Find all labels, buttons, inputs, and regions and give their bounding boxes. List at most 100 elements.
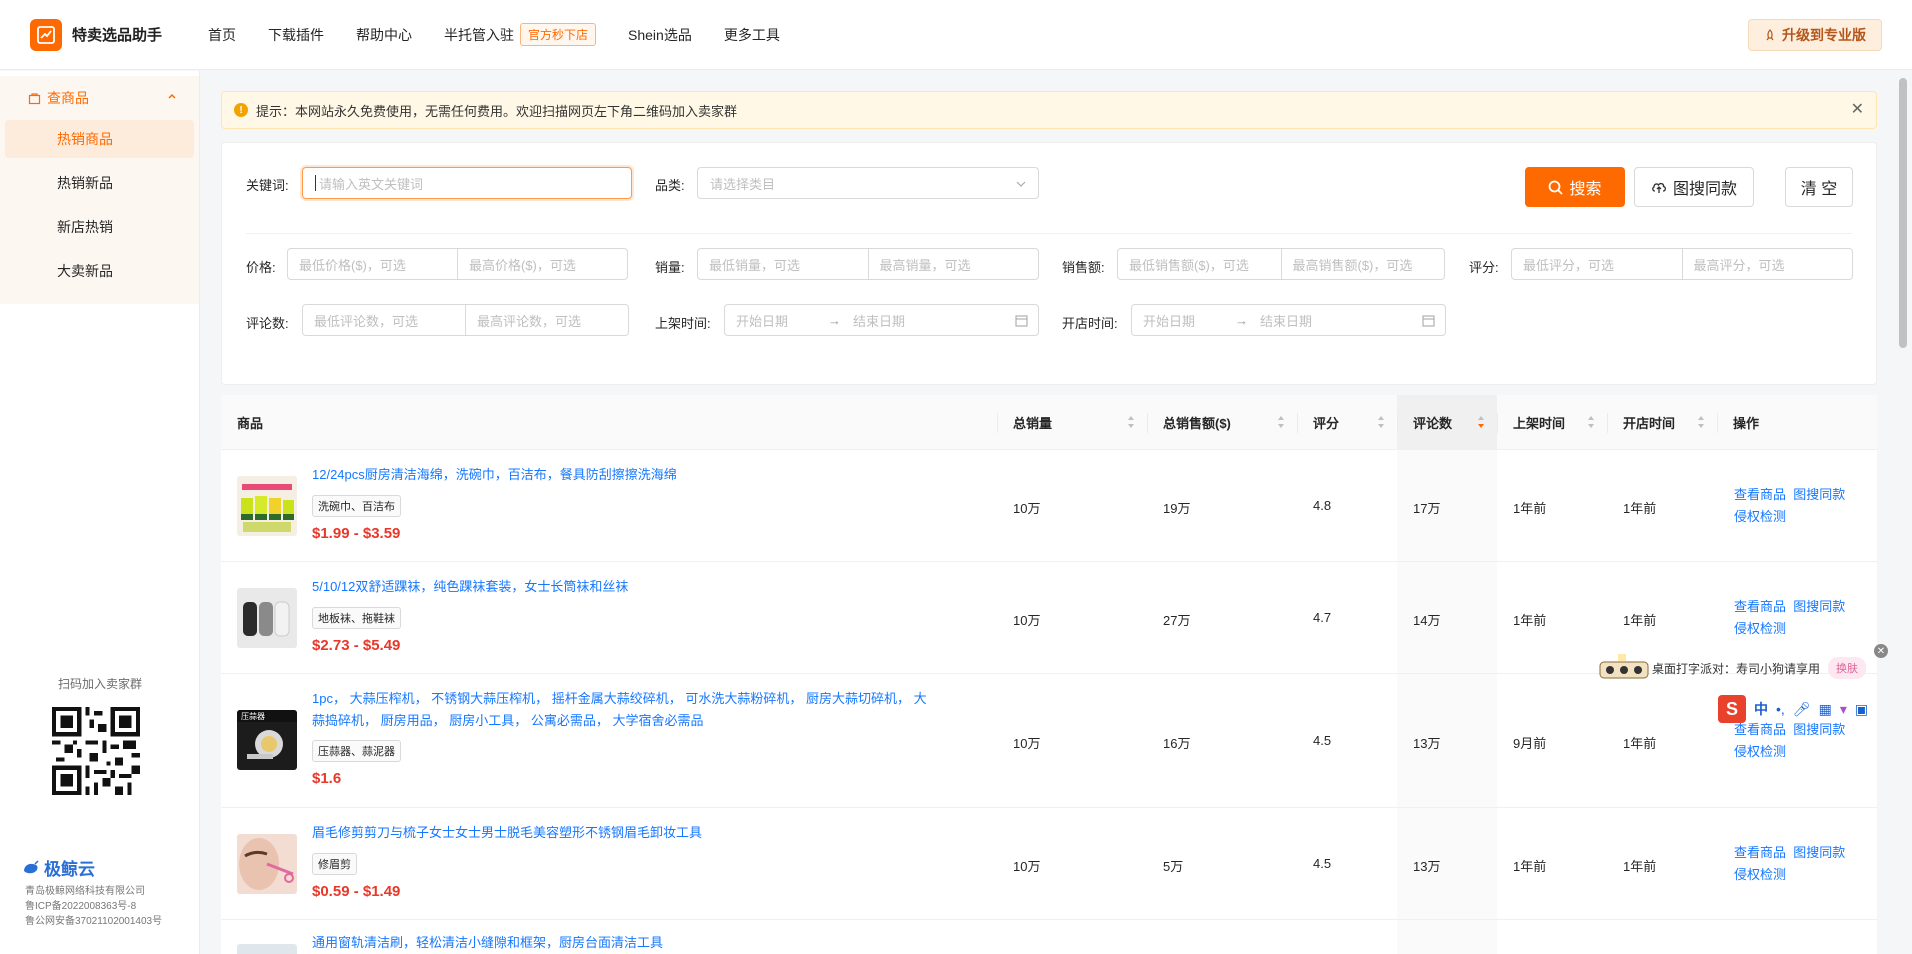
image-search-link[interactable]: 图搜同款 [1793, 845, 1845, 860]
row-actions: 查看商品 图搜同款 侵权检测 [1734, 719, 1845, 763]
chevron-down-icon [1016, 181, 1026, 187]
product-image[interactable] [237, 476, 297, 536]
open-start-date[interactable]: 开始日期 [1143, 311, 1195, 330]
product-image[interactable] [237, 944, 297, 954]
image-search-button[interactable]: 图搜同款 [1634, 167, 1754, 207]
close-icon[interactable]: ✕ [1874, 644, 1888, 658]
sales-max-input[interactable]: 最高销量，可选 [867, 249, 1039, 279]
ime-toolbar: S 中 •, 🎤︎ ▦ ▾ ▣ [1718, 695, 1868, 723]
ime-banner: 桌面打字派对：寿司小狗请享用 换肤 ✕ [1598, 644, 1888, 682]
col-reviews[interactable]: 评论数 [1397, 395, 1497, 450]
nav-semi-managed[interactable]: 半托管入驻 官方秒下店 [444, 23, 597, 46]
col-listed-time-label: 上架时间 [1513, 416, 1566, 431]
product-image[interactable]: 压蒜器 [237, 710, 297, 770]
product-category-tag: 压蒜器、蒜泥器 [312, 740, 401, 762]
revenue-min-input[interactable]: 最低销售额($)，可选 [1118, 249, 1281, 279]
listed-end-date[interactable]: 结束日期 [853, 311, 905, 330]
sort-desc-icon [1478, 416, 1484, 428]
scrollbar[interactable] [1899, 78, 1907, 348]
skin-icon[interactable]: ▾ [1840, 701, 1847, 718]
sales-min-input[interactable]: 最低销量，可选 [698, 249, 868, 279]
sort-icon [1698, 416, 1704, 428]
cell-reviews: 17万 [1413, 501, 1441, 516]
cell-rating: 4.5 [1313, 733, 1332, 748]
revenue-label: 销售额: [1062, 260, 1105, 275]
row-actions: 查看商品 图搜同款 侵权检测 [1734, 842, 1845, 886]
price-min-input[interactable]: 最低价格($)，可选 [288, 249, 457, 279]
nav-download-plugin[interactable]: 下载插件 [268, 25, 324, 45]
reviews-min-input[interactable]: 最低评论数，可选 [303, 305, 465, 335]
sogou-icon[interactable]: S [1718, 695, 1746, 723]
product-image[interactable] [237, 588, 297, 648]
image-search-link[interactable]: 图搜同款 [1793, 599, 1845, 614]
view-product-link[interactable]: 查看商品 [1734, 722, 1786, 737]
cell-total-sales: 10万 [1013, 859, 1041, 874]
col-rating[interactable]: 评分 [1297, 395, 1397, 450]
close-icon[interactable]: ✕ [1851, 102, 1864, 118]
rating-min-input[interactable]: 最低评分，可选 [1512, 249, 1682, 279]
sponge-image [241, 484, 294, 532]
product-title[interactable]: 眉毛修剪剪刀与梳子女士女士男士脱毛美容塑形不锈钢眉毛卸妆工具 [312, 822, 702, 844]
logo[interactable]: 特卖选品助手 [30, 18, 200, 51]
product-title[interactable]: 5/10/12双舒适踝袜，纯色踝袜套装，女士长筒袜和丝袜 [312, 576, 628, 598]
col-store-open-time[interactable]: 开店时间 [1607, 395, 1717, 450]
infringement-check-link[interactable]: 侵权检测 [1734, 509, 1786, 524]
nav-more-tools[interactable]: 更多工具 [724, 25, 780, 45]
upgrade-button[interactable]: 升级到专业版 [1748, 19, 1882, 51]
filter-divider [246, 233, 1852, 234]
view-product-link[interactable]: 查看商品 [1734, 487, 1786, 502]
ime-cn-toggle[interactable]: 中 [1754, 699, 1768, 719]
table-row: 压蒜器 1pc， 大蒜压榨机， 不锈钢大蒜压榨机， 摇杆金属大蒜绞碎机， 可水洗… [221, 674, 1877, 808]
view-product-link[interactable]: 查看商品 [1734, 845, 1786, 860]
infringement-check-link[interactable]: 侵权检测 [1734, 867, 1786, 882]
category-label: 品类: [655, 178, 685, 193]
image-search-link[interactable]: 图搜同款 [1793, 487, 1845, 502]
ime-banner-text[interactable]: 桌面打字派对：寿司小狗请享用 [1652, 660, 1820, 677]
search-button[interactable]: 搜索 [1525, 167, 1625, 207]
company-lines: 青岛极鲸网络科技有限公司 鲁ICP备2022008363号-8 鲁公网安备370… [25, 884, 162, 929]
clear-button[interactable]: 清 空 [1785, 167, 1853, 207]
col-total-revenue[interactable]: 总销售额($) [1147, 395, 1297, 450]
sidebar-item-big-seller-new[interactable]: 大卖新品 [5, 252, 194, 290]
nav-shein[interactable]: Shein选品 [628, 25, 692, 45]
nav-home[interactable]: 首页 [208, 25, 236, 45]
sort-icon [1588, 416, 1594, 428]
sidebar-group-products[interactable]: 查商品 [0, 76, 199, 120]
keyword-input[interactable]: 请输入英文关键词 [302, 167, 632, 199]
listed-time-label: 上架时间: [655, 316, 711, 331]
punctuation-icon[interactable]: •, [1776, 701, 1785, 717]
view-product-link[interactable]: 查看商品 [1734, 599, 1786, 614]
listed-start-date[interactable]: 开始日期 [736, 311, 788, 330]
category-select[interactable]: 请选择类目 [697, 167, 1039, 199]
reviews-range: 最低评论数，可选 最高评论数，可选 [302, 304, 629, 336]
revenue-max-input[interactable]: 最高销售额($)，可选 [1280, 249, 1445, 279]
reviews-max-input[interactable]: 最高评论数，可选 [465, 305, 628, 335]
microphone-icon[interactable]: 🎤︎ [1793, 701, 1811, 718]
product-title[interactable]: 12/24pcs厨房清洁海绵，洗碗巾，百洁布，餐具防刮擦擦洗海绵 [312, 464, 677, 486]
infringement-check-link[interactable]: 侵权检测 [1734, 621, 1786, 636]
nav-help-center[interactable]: 帮助中心 [356, 25, 412, 45]
col-listed-time[interactable]: 上架时间 [1497, 395, 1607, 450]
price-max-input[interactable]: 最高价格($)，可选 [457, 249, 627, 279]
public-security-number[interactable]: 鲁公网安备37021102001403号 [25, 914, 162, 929]
sidebar-item-hot-products[interactable]: 热销商品 [5, 120, 194, 158]
ime-skin-button[interactable]: 换肤 [1828, 657, 1867, 679]
rating-max-input[interactable]: 最高评分，可选 [1681, 249, 1853, 279]
col-total-sales[interactable]: 总销量 [997, 395, 1147, 450]
nav-semi-managed-label: 半托管入驻 [444, 26, 514, 43]
store-open-date-range[interactable]: 开始日期 → 结束日期 [1131, 304, 1446, 336]
listed-date-range[interactable]: 开始日期 → 结束日期 [724, 304, 1039, 336]
icp-number[interactable]: 鲁ICP备2022008363号-8 [25, 899, 162, 914]
keyboard-icon[interactable]: ▦ [1819, 701, 1832, 718]
grid-icon[interactable]: ▣ [1855, 701, 1868, 718]
sidebar-item-hot-new[interactable]: 热销新品 [5, 164, 194, 202]
product-title[interactable]: 通用窗轨清洁刷，轻松清洁小缝隙和框架，厨房台面清洁工具 [312, 932, 663, 954]
qr-code [52, 707, 140, 795]
infringement-check-link[interactable]: 侵权检测 [1734, 744, 1786, 759]
product-title[interactable]: 1pc， 大蒜压榨机， 不锈钢大蒜压榨机， 摇杆金属大蒜绞碎机， 可水洗大蒜粉碎… [312, 688, 927, 732]
open-end-date[interactable]: 结束日期 [1260, 311, 1312, 330]
product-image[interactable] [237, 834, 297, 894]
image-search-link[interactable]: 图搜同款 [1793, 722, 1845, 737]
sidebar-item-new-store-hot[interactable]: 新店热销 [5, 208, 194, 246]
text-cursor [315, 175, 316, 191]
